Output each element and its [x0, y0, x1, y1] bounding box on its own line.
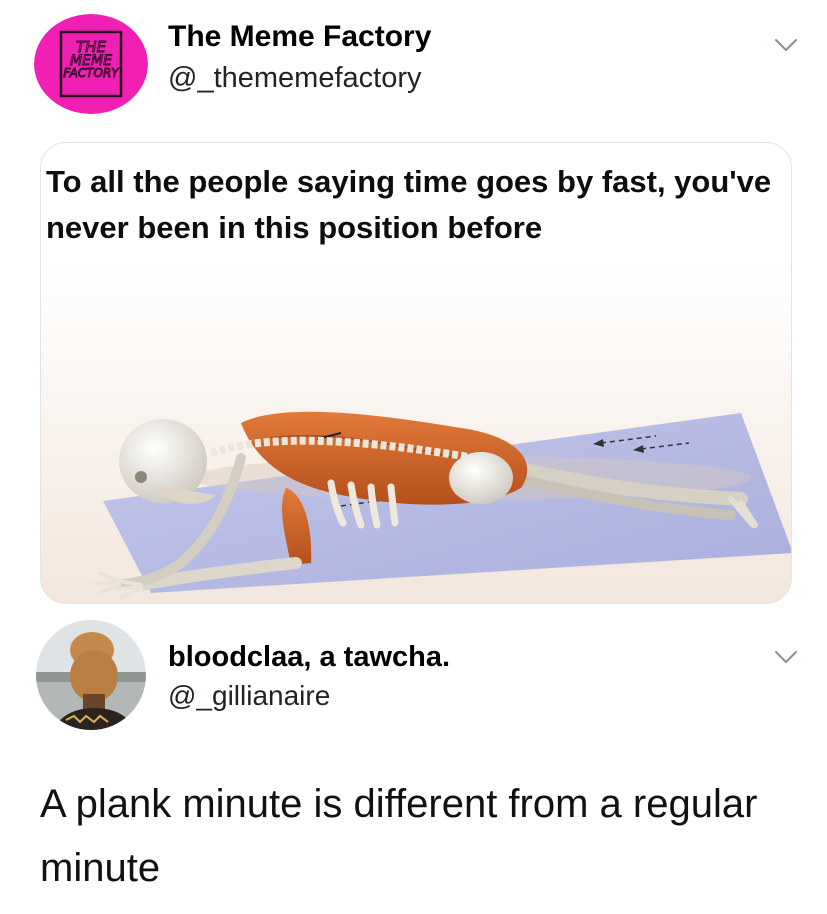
logo-text-3: FACTORY [63, 66, 120, 80]
user-avatar-photo-icon [36, 620, 146, 730]
reply-header: bloodclaa, a tawcha. @_gillianaire [34, 616, 804, 730]
tweet-header: THE MEME FACTORY The Meme Factory @_them… [34, 14, 804, 114]
reply-names: bloodclaa, a tawcha. @_gillianaire [168, 638, 450, 716]
author-display-name[interactable]: The Meme Factory [168, 16, 431, 58]
reply-text: A plank minute is different from a regul… [40, 782, 758, 890]
reply-avatar[interactable] [36, 620, 146, 730]
tweet-screenshot: THE MEME FACTORY The Meme Factory @_them… [0, 0, 827, 914]
quote-text: To all the people saying time goes by fa… [46, 164, 772, 245]
reply-handle[interactable]: @_gillianaire [168, 676, 450, 716]
reply-more-button[interactable] [768, 642, 804, 672]
author-avatar[interactable]: THE MEME FACTORY [34, 14, 148, 114]
tweet-more-button[interactable] [768, 30, 804, 60]
chevron-down-icon [775, 39, 797, 51]
author-names: The Meme Factory @_thememefactory [168, 16, 431, 98]
plank-illustration[interactable] [41, 263, 791, 603]
reply-display-name[interactable]: bloodclaa, a tawcha. [168, 638, 450, 676]
chevron-down-icon [775, 651, 797, 663]
quote-card[interactable]: To all the people saying time goes by fa… [40, 142, 792, 604]
plank-skeleton-illustration-icon [41, 263, 791, 603]
brand-logo-avatar-icon: THE MEME FACTORY [34, 14, 148, 114]
author-handle[interactable]: @_thememefactory [168, 58, 431, 98]
